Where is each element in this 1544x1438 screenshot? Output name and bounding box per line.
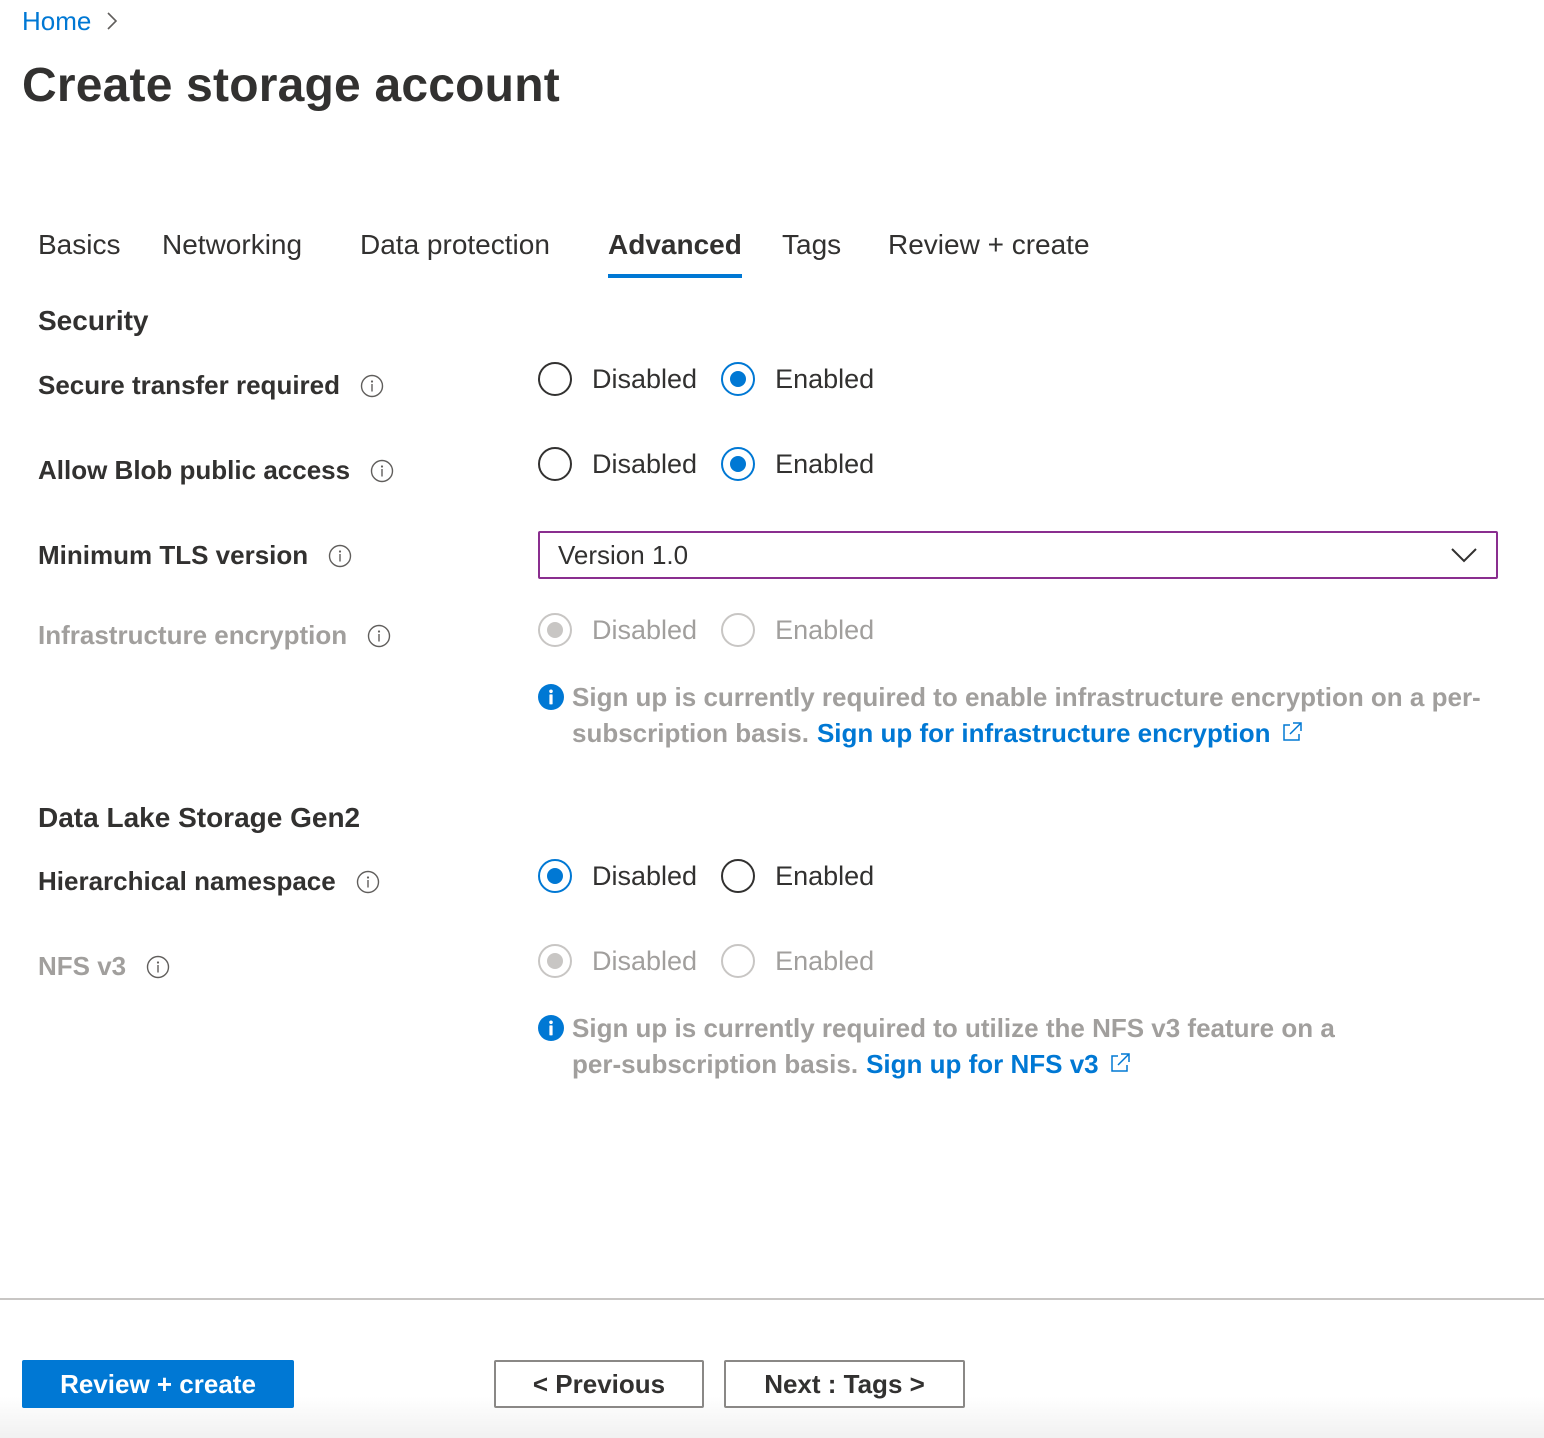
radio-blob-public-access-disabled[interactable]: Disabled <box>538 447 697 481</box>
section-title-data-lake: Data Lake Storage Gen2 <box>38 802 361 833</box>
tab-data-protection[interactable]: Data protection <box>360 222 550 278</box>
radio-circle <box>721 944 756 978</box>
sign-up-infrastructure-encryption-link[interactable]: Sign up for infrastructure encryption <box>817 718 1303 748</box>
radio-label: Enabled <box>775 614 875 645</box>
radio-label: Enabled <box>775 945 875 976</box>
field-label-text: Infrastructure encryption <box>38 620 348 650</box>
field-label-text: Secure transfer required <box>38 370 341 400</box>
chevron-right-icon <box>105 10 119 32</box>
dropdown-selected-value: Version 1.0 <box>558 539 689 570</box>
breadcrumb: Home <box>22 4 119 38</box>
review-create-button[interactable]: Review + create <box>22 1360 294 1408</box>
info-icon[interactable] <box>328 544 352 568</box>
field-label-text: Allow Blob public access <box>38 455 351 485</box>
info-icon[interactable] <box>146 955 170 979</box>
field-label-secure-transfer: Secure transfer required <box>38 370 384 401</box>
radio-hierarchical-namespace-disabled[interactable]: Disabled <box>538 859 697 893</box>
field-label-blob-public-access: Allow Blob public access <box>38 455 394 486</box>
section-title-security: Security <box>38 305 149 336</box>
radio-label: Disabled <box>592 448 698 479</box>
radio-label: Disabled <box>592 860 698 891</box>
tab-advanced[interactable]: Advanced <box>608 222 742 278</box>
field-label-hierarchical-namespace: Hierarchical namespace <box>38 866 380 897</box>
radio-circle[interactable] <box>538 859 572 893</box>
radio-secure-transfer-enabled[interactable]: Enabled <box>721 362 874 396</box>
external-link-icon <box>1110 1053 1130 1072</box>
radio-secure-transfer-disabled[interactable]: Disabled <box>538 362 697 396</box>
radio-infrastructure-encryption-disabled: Disabled <box>538 613 697 647</box>
chevron-down-icon <box>1450 546 1478 564</box>
radio-nfs-v3-disabled: Disabled <box>538 944 697 978</box>
info-icon[interactable] <box>370 459 394 483</box>
radio-label: Enabled <box>775 448 875 479</box>
previous-button[interactable]: < Previous <box>494 1360 704 1408</box>
radio-label: Disabled <box>592 614 698 645</box>
tab-networking[interactable]: Networking <box>162 222 302 278</box>
radio-label: Disabled <box>592 945 698 976</box>
radio-circle <box>538 944 572 978</box>
radio-circle <box>721 613 756 647</box>
radio-group-infrastructure-encryption: Disabled Enabled <box>538 613 874 647</box>
radio-circle[interactable] <box>721 447 756 481</box>
tab-basics[interactable]: Basics <box>38 222 120 278</box>
radio-group-hierarchical-namespace: Disabled Enabled <box>538 859 874 893</box>
nfs-v3-info-note: Sign up is currently required to utilize… <box>538 1010 1488 1082</box>
radio-label: Disabled <box>592 363 698 394</box>
footer-divider <box>0 1298 1544 1300</box>
breadcrumb-home-link[interactable]: Home <box>22 6 91 37</box>
radio-infrastructure-encryption-enabled: Enabled <box>721 613 874 647</box>
info-filled-icon <box>538 1015 564 1041</box>
field-label-min-tls: Minimum TLS version <box>38 540 352 571</box>
info-filled-icon <box>538 684 564 710</box>
radio-circle[interactable] <box>721 362 756 396</box>
radio-circle[interactable] <box>538 447 572 481</box>
tab-review-create[interactable]: Review + create <box>888 222 1090 278</box>
min-tls-dropdown[interactable]: Version 1.0 <box>538 531 1498 579</box>
radio-hierarchical-namespace-enabled[interactable]: Enabled <box>721 859 874 893</box>
field-label-text: Hierarchical namespace <box>38 866 336 896</box>
tab-tags[interactable]: Tags <box>782 222 841 278</box>
field-label-nfs-v3: NFS v3 <box>38 951 170 982</box>
radio-group-secure-transfer: Disabled Enabled <box>538 362 874 396</box>
radio-label: Enabled <box>775 363 875 394</box>
info-icon[interactable] <box>367 624 391 648</box>
link-text: Sign up for NFS v3 <box>866 1049 1099 1079</box>
sign-up-nfs-v3-link[interactable]: Sign up for NFS v3 <box>866 1049 1131 1079</box>
infrastructure-encryption-info-note: Sign up is currently required to enable … <box>538 679 1488 751</box>
radio-circle[interactable] <box>538 362 572 396</box>
radio-circle[interactable] <box>721 859 756 893</box>
radio-group-nfs-v3: Disabled Enabled <box>538 944 874 978</box>
field-label-text: Minimum TLS version <box>38 540 309 570</box>
info-icon[interactable] <box>360 374 384 398</box>
radio-label: Enabled <box>775 860 875 891</box>
field-label-infrastructure-encryption: Infrastructure encryption <box>38 620 391 651</box>
radio-nfs-v3-enabled: Enabled <box>721 944 874 978</box>
next-tags-button[interactable]: Next : Tags > <box>724 1360 965 1408</box>
radio-circle <box>538 613 572 647</box>
field-label-text: NFS v3 <box>38 951 127 981</box>
info-icon[interactable] <box>356 870 380 894</box>
radio-group-blob-public-access: Disabled Enabled <box>538 447 874 481</box>
radio-blob-public-access-enabled[interactable]: Enabled <box>721 447 874 481</box>
page-title: Create storage account <box>22 59 560 112</box>
link-text: Sign up for infrastructure encryption <box>816 718 1271 748</box>
external-link-icon <box>1282 722 1302 741</box>
